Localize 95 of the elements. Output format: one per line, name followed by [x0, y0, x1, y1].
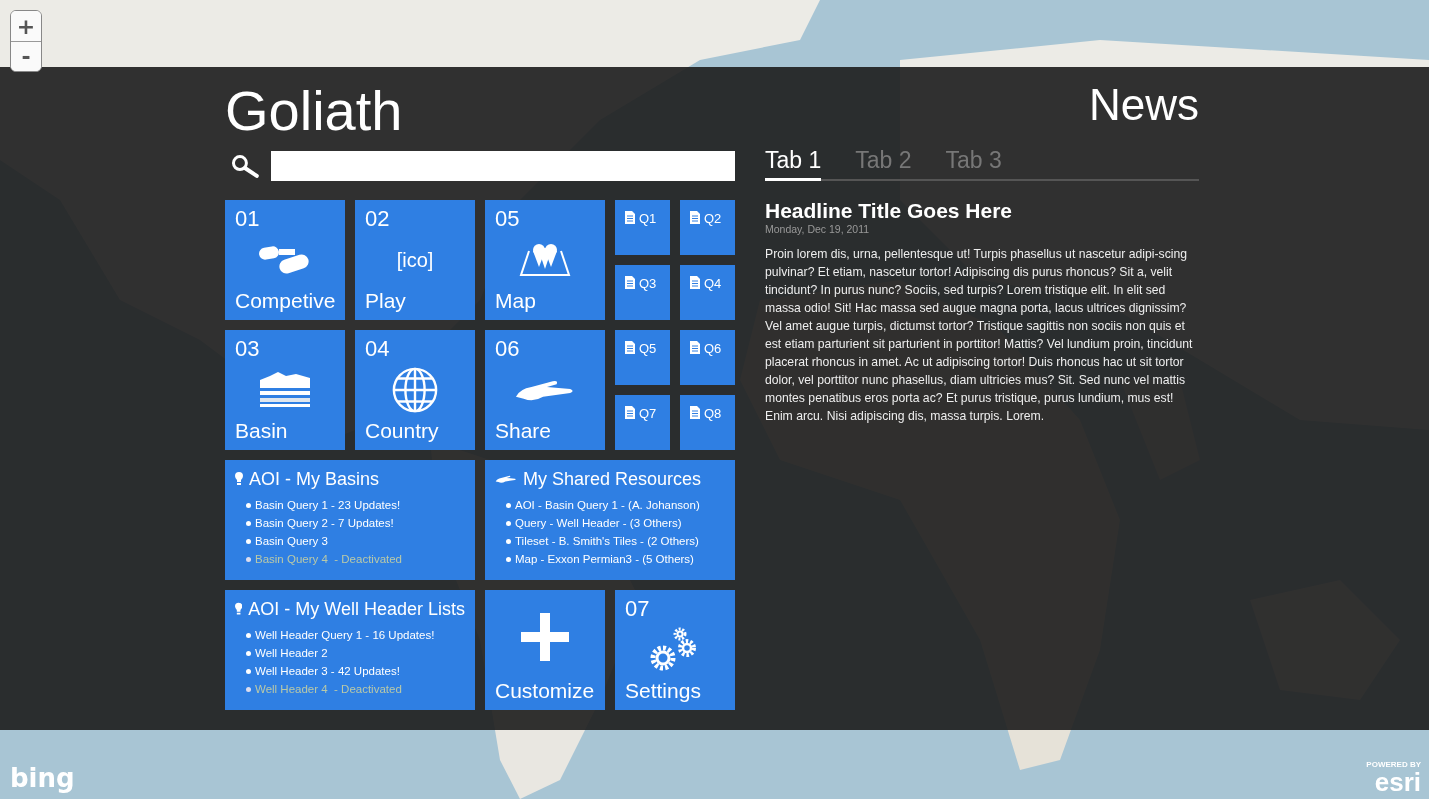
document-icon [690, 276, 700, 289]
tile-number: 03 [235, 336, 261, 362]
hand-icon [495, 474, 517, 484]
search-icon[interactable] [231, 154, 259, 178]
tile[interactable]: 02 [ico] Play [355, 200, 475, 320]
tile-label: Share [495, 418, 553, 444]
query-label: Q1 [639, 211, 657, 226]
tile-number: 04 [365, 336, 391, 362]
article-text: Proin lorem dis, urna, pellentesque ut! Turpis phasellus ut nascetur adipi-scing pulvinar? Et etiam, nascetur tortor! Adipiscing dis purus rhoncus? Sit a, velit tincidunt? In purus nunc? Sociis, sed turpis? Lorem tristique elit. In elit sed massa odio! Sit! Hac massa sed augue magna porta, lacus ultrices dignissim? Vel amet augue turpis, dictumst tortor? Tristique sagittis non sociis non quis et est etiam parturient sit parturient in porttitor! Mattis? Vel lundium proin, tincidunt placerat rhoncus in amet. Ac ut adipiscing tortor! Duis rhoncus hac ut sit tortor dolor, vel porttitor nunc phasellus, diam ultricies mus? Sit. Sed nunc vel mattis montes penatibus eros porta ac? Et purus tristique, purus lundium, mus est! Enim arcu. Nisi adipiscing dis, massa turpis. Lorem. [765, 246, 1194, 425]
basin-icon [260, 372, 310, 408]
bulb-icon [235, 602, 243, 616]
list-item[interactable]: AOI - Basin Query 1 - (A. Johanson) [515, 496, 700, 514]
query-tile[interactable]: Q8 [680, 395, 735, 450]
zoom-out-button[interactable]: - [11, 41, 41, 71]
bullet-icon [246, 520, 251, 526]
map-pins-icon [517, 243, 573, 277]
query-tile[interactable]: Q4 [680, 265, 735, 320]
app-title: Goliath [225, 78, 404, 144]
bullet-icon [506, 556, 511, 562]
list-item[interactable]: Well Header 3 - 42 Updates! [255, 662, 400, 680]
list-item[interactable]: Basin Query 1 - 23 Updates! [255, 496, 401, 514]
tile-label: Competive [235, 288, 335, 314]
document-icon [625, 211, 635, 224]
tile-label: Customize [495, 678, 595, 704]
query-label: Q5 [639, 341, 657, 356]
esri-logo: esri [1374, 769, 1421, 795]
bullet-icon [246, 668, 251, 674]
search-field[interactable] [270, 151, 735, 181]
document-icon [690, 211, 700, 224]
query-label: Q8 [704, 406, 722, 421]
document-icon [625, 406, 635, 419]
list-item[interactable]: Query - Well Header - (3 Others) [515, 514, 682, 532]
tile-title: AOI - My Well Header Lists [248, 598, 465, 620]
list-item[interactable]: Map - Exxon Permian3 - (5 Others) [515, 550, 694, 568]
bullet-icon [246, 650, 251, 656]
tile-number: 05 [495, 206, 521, 232]
tile-number: 02 [365, 206, 391, 232]
query-tile[interactable]: Q3 [615, 265, 670, 320]
query-tile[interactable]: Q7 [615, 395, 670, 450]
query-tile[interactable]: Q2 [680, 200, 735, 255]
icon-placeholder-text: [ico] [396, 248, 434, 272]
date: Monday, Dec 19, 2011 [765, 223, 871, 235]
tile-number: 06 [495, 336, 521, 362]
tile[interactable]: 07 Settings [615, 590, 735, 710]
tile-title: My Shared Resources [523, 468, 702, 490]
document-icon [690, 406, 700, 419]
tile[interactable]: 03 Basin [225, 330, 345, 450]
tab[interactable]: Tab 2 [855, 147, 912, 181]
bullet-icon [506, 520, 511, 526]
tile-label: Play [365, 288, 407, 314]
list-tile[interactable]: My Shared Resources AOI - Basin Query 1 - (A. Johanson) Query - Well Header - (3 Others) Tileset - B. Smith's Tiles - (2 Others) Map - Exxon Permian3 - (5 Others) [485, 460, 735, 580]
query-label: Q7 [639, 406, 657, 421]
bullet-icon [506, 502, 511, 508]
tab[interactable]: Tab 3 [945, 147, 1002, 181]
tile-title: AOI - My Basins [249, 468, 380, 490]
bullet-icon [246, 556, 251, 562]
bullet-icon [246, 502, 251, 508]
list-item[interactable]: Basin Query 3 [255, 532, 328, 550]
news-title: News [1087, 79, 1199, 131]
list-item[interactable]: Tileset - B. Smith's Tiles - (2 Others) [515, 532, 699, 550]
bullet-icon [246, 538, 251, 544]
query-tile[interactable]: Q6 [680, 330, 735, 385]
list-item[interactable]: Well Header Query 1 - 16 Updates! [255, 626, 435, 644]
headline: Headline Title Goes Here [765, 199, 1014, 223]
tile-label: Map [495, 288, 537, 314]
document-icon [625, 341, 635, 354]
query-label: Q6 [704, 341, 722, 356]
query-tile[interactable]: Q5 [615, 330, 670, 385]
list-item[interactable]: Basin Query 2 - 7 Updates! [255, 514, 394, 532]
plus-icon [521, 613, 569, 661]
bulb-icon [235, 472, 243, 486]
bullet-icon [506, 538, 511, 544]
bullet-icon [246, 632, 251, 638]
tile[interactable]: 01 Competive [225, 200, 345, 320]
tile[interactable]: 05 Map [485, 200, 605, 320]
bullet-icon [246, 686, 251, 692]
tile[interactable]: 06 Share [485, 330, 605, 450]
powered-by-caption: POWERED BY [1366, 760, 1421, 769]
tab[interactable]: Tab 1 [765, 147, 822, 181]
tile[interactable]: Customize [485, 590, 605, 710]
tile[interactable]: 04 Country [355, 330, 475, 450]
query-label: Q3 [639, 276, 657, 291]
query-label: Q4 [704, 276, 722, 291]
list-item[interactable]: Well Header 2 [255, 644, 328, 662]
document-icon [690, 341, 700, 354]
query-label: Q2 [704, 211, 722, 226]
tile-number: 07 [625, 596, 651, 622]
map-provider-logo: bing [10, 763, 75, 793]
tile-label: Settings [625, 678, 702, 704]
globe-icon [391, 366, 439, 414]
tile-label: Country [365, 418, 440, 444]
document-icon [625, 276, 635, 289]
tile-number: 01 [235, 206, 261, 232]
query-tile[interactable]: Q1 [615, 200, 670, 255]
tile-label: Basin [235, 418, 289, 444]
